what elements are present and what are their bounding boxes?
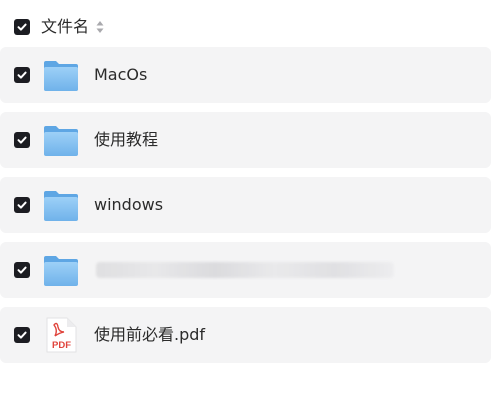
row-checkbox[interactable] bbox=[14, 197, 30, 213]
redacted-file-name bbox=[96, 262, 394, 278]
file-name[interactable]: 使用教程 bbox=[94, 129, 158, 151]
folder-icon bbox=[44, 256, 78, 286]
row-checkbox[interactable] bbox=[14, 327, 30, 343]
file-row[interactable]: windows bbox=[0, 177, 491, 233]
file-name[interactable]: MacOs bbox=[94, 64, 147, 86]
sort-icon[interactable] bbox=[96, 20, 104, 34]
row-checkbox[interactable] bbox=[14, 262, 30, 278]
file-row[interactable]: MacOs bbox=[0, 47, 491, 103]
svg-text:PDF: PDF bbox=[52, 340, 71, 351]
check-icon bbox=[17, 331, 27, 339]
row-checkbox[interactable] bbox=[14, 132, 30, 148]
row-checkbox[interactable] bbox=[14, 67, 30, 83]
file-name[interactable]: windows bbox=[94, 194, 163, 216]
file-row[interactable]: PDF 使用前必看.pdf bbox=[0, 307, 491, 363]
check-icon bbox=[17, 201, 27, 209]
file-row[interactable]: 使用教程 bbox=[0, 112, 491, 168]
pdf-file-icon: PDF bbox=[46, 317, 77, 353]
folder-icon bbox=[44, 61, 78, 91]
check-icon bbox=[17, 136, 27, 144]
filename-column-label[interactable]: 文件名 bbox=[41, 16, 89, 38]
check-icon bbox=[17, 266, 27, 274]
folder-icon bbox=[44, 126, 78, 156]
file-name[interactable]: 使用前必看.pdf bbox=[94, 324, 205, 346]
file-row[interactable] bbox=[0, 242, 491, 298]
file-list-header: 文件名 bbox=[0, 0, 491, 50]
select-all-checkbox[interactable] bbox=[14, 19, 30, 35]
check-icon bbox=[17, 23, 27, 31]
folder-icon bbox=[44, 191, 78, 221]
check-icon bbox=[17, 71, 27, 79]
